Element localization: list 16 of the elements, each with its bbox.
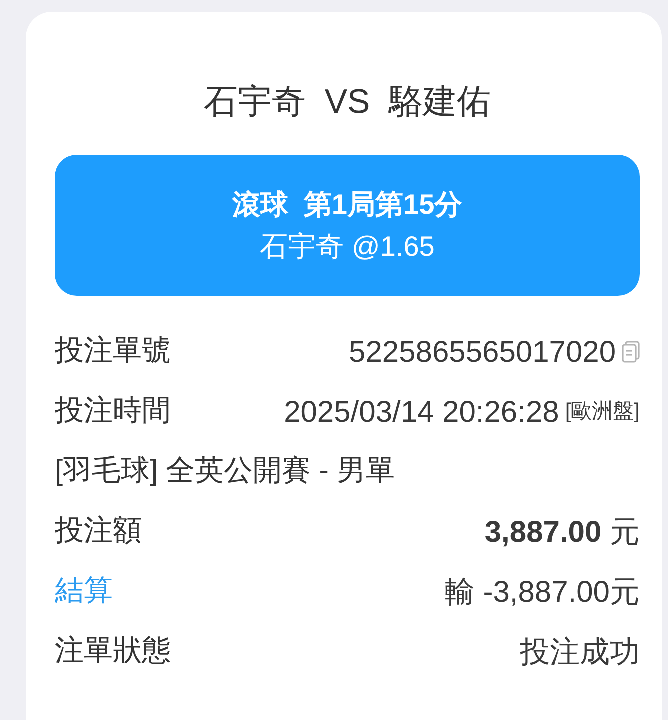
field-label: 投注時間: [55, 394, 171, 430]
field-label: 投注單號: [55, 334, 171, 370]
copy-icon[interactable]: [622, 341, 640, 363]
event-text: [羽毛球] 全英公開賽 - 男單: [55, 454, 395, 490]
field-value: 2025/03/14 20:26:28: [284, 394, 560, 430]
selection-text: 石宇奇 @1.65: [260, 230, 435, 264]
field-label: 注單狀態: [55, 634, 171, 670]
field-label: 結算: [55, 574, 113, 610]
market-text: 滾球 第1局第15分: [232, 188, 463, 222]
field-value: 5225865565017020: [349, 334, 616, 370]
field-label: 投注額: [55, 514, 142, 550]
odds-type-tag: [歐洲盤]: [565, 396, 640, 428]
field-value: 投注成功: [520, 634, 640, 670]
field-value: 輸 -3,887.00元: [444, 574, 640, 610]
field-value: 3,887.00 元: [484, 514, 640, 550]
match-title: 石宇奇 VS 駱建佑: [204, 82, 492, 122]
